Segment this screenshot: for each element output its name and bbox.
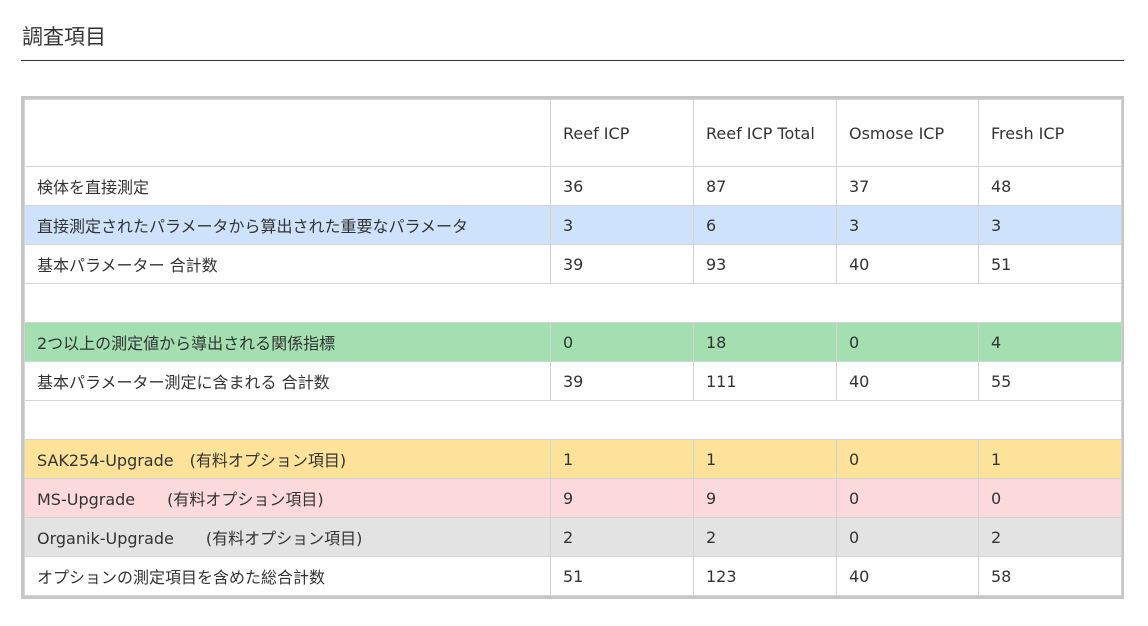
header-cell-osmose-icp: Osmose ICP bbox=[836, 99, 979, 167]
table-row: 2つ以上の測定値から導出される関係指標 0 18 0 4 bbox=[24, 322, 1122, 362]
cell-fresh-icp: 55 bbox=[978, 361, 1122, 401]
table-row: MS-Upgrade (有料オプション項目) 9 9 0 0 bbox=[24, 478, 1122, 518]
row-label: SAK254-Upgrade (有料オプション項目) bbox=[24, 439, 551, 479]
table-row: オプションの測定項目を含めた総合計数 51 123 40 58 bbox=[24, 556, 1122, 596]
cell-reef-icp: 9 bbox=[550, 478, 694, 518]
cell-osmose-icp: 0 bbox=[836, 478, 979, 518]
spacer-cell bbox=[24, 283, 1122, 323]
cell-fresh-icp: 2 bbox=[978, 517, 1122, 557]
cell-reef-icp: 2 bbox=[550, 517, 694, 557]
header-cell-reef-icp: Reef ICP bbox=[550, 99, 694, 167]
table-row: SAK254-Upgrade (有料オプション項目) 1 1 0 1 bbox=[24, 439, 1122, 479]
header-cell-item bbox=[24, 99, 551, 167]
cell-fresh-icp: 48 bbox=[978, 166, 1122, 206]
cell-fresh-icp: 3 bbox=[978, 205, 1122, 245]
cell-reef-icp: 0 bbox=[550, 322, 694, 362]
cell-fresh-icp: 51 bbox=[978, 244, 1122, 284]
cell-fresh-icp: 0 bbox=[978, 478, 1122, 518]
cell-osmose-icp: 0 bbox=[836, 439, 979, 479]
table-spacer-row bbox=[24, 283, 1122, 323]
page: 調査項目 Reef ICP Reef ICP Total Osmose ICP … bbox=[0, 0, 1148, 626]
cell-reef-icp: 51 bbox=[550, 556, 694, 596]
table-row: 基本パラメーター 合計数 39 93 40 51 bbox=[24, 244, 1122, 284]
cell-reef-icp: 36 bbox=[550, 166, 694, 206]
survey-table: Reef ICP Reef ICP Total Osmose ICP Fresh… bbox=[24, 99, 1122, 596]
row-label: MS-Upgrade (有料オプション項目) bbox=[24, 478, 551, 518]
header-cell-reef-icp-total: Reef ICP Total bbox=[693, 99, 837, 167]
cell-reef-icp: 1 bbox=[550, 439, 694, 479]
cell-osmose-icp: 40 bbox=[836, 556, 979, 596]
cell-fresh-icp: 1 bbox=[978, 439, 1122, 479]
cell-reef-icp-total: 87 bbox=[693, 166, 837, 206]
row-label: Organik-Upgrade (有料オプション項目) bbox=[24, 517, 551, 557]
title-divider bbox=[21, 60, 1124, 61]
cell-reef-icp-total: 93 bbox=[693, 244, 837, 284]
table-row: 基本パラメーター測定に含まれる 合計数 39 111 40 55 bbox=[24, 361, 1122, 401]
row-label: 2つ以上の測定値から導出される関係指標 bbox=[24, 322, 551, 362]
table-header-row: Reef ICP Reef ICP Total Osmose ICP Fresh… bbox=[24, 99, 1122, 167]
cell-osmose-icp: 3 bbox=[836, 205, 979, 245]
cell-reef-icp-total: 6 bbox=[693, 205, 837, 245]
cell-reef-icp: 3 bbox=[550, 205, 694, 245]
row-label: 直接測定されたパラメータから算出された重要なパラメータ bbox=[24, 205, 551, 245]
cell-reef-icp-total: 123 bbox=[693, 556, 837, 596]
cell-reef-icp-total: 9 bbox=[693, 478, 837, 518]
table-row: Organik-Upgrade (有料オプション項目) 2 2 0 2 bbox=[24, 517, 1122, 557]
cell-reef-icp-total: 18 bbox=[693, 322, 837, 362]
cell-fresh-icp: 4 bbox=[978, 322, 1122, 362]
cell-reef-icp: 39 bbox=[550, 244, 694, 284]
cell-osmose-icp: 0 bbox=[836, 517, 979, 557]
cell-osmose-icp: 37 bbox=[836, 166, 979, 206]
cell-fresh-icp: 58 bbox=[978, 556, 1122, 596]
cell-reef-icp-total: 1 bbox=[693, 439, 837, 479]
cell-osmose-icp: 0 bbox=[836, 322, 979, 362]
spacer-cell bbox=[24, 400, 1122, 440]
table-spacer-row bbox=[24, 400, 1122, 440]
row-label: 基本パラメーター 合計数 bbox=[24, 244, 551, 284]
cell-osmose-icp: 40 bbox=[836, 361, 979, 401]
cell-reef-icp-total: 2 bbox=[693, 517, 837, 557]
table-row: 直接測定されたパラメータから算出された重要なパラメータ 3 6 3 3 bbox=[24, 205, 1122, 245]
cell-reef-icp-total: 111 bbox=[693, 361, 837, 401]
cell-osmose-icp: 40 bbox=[836, 244, 979, 284]
section-title: 調査項目 bbox=[22, 25, 106, 49]
header-cell-fresh-icp: Fresh ICP bbox=[978, 99, 1122, 167]
row-label: 基本パラメーター測定に含まれる 合計数 bbox=[24, 361, 551, 401]
cell-reef-icp: 39 bbox=[550, 361, 694, 401]
row-label: オプションの測定項目を含めた総合計数 bbox=[24, 556, 551, 596]
survey-table-frame: Reef ICP Reef ICP Total Osmose ICP Fresh… bbox=[21, 96, 1124, 599]
row-label: 検体を直接測定 bbox=[24, 166, 551, 206]
table-row: 検体を直接測定 36 87 37 48 bbox=[24, 166, 1122, 206]
